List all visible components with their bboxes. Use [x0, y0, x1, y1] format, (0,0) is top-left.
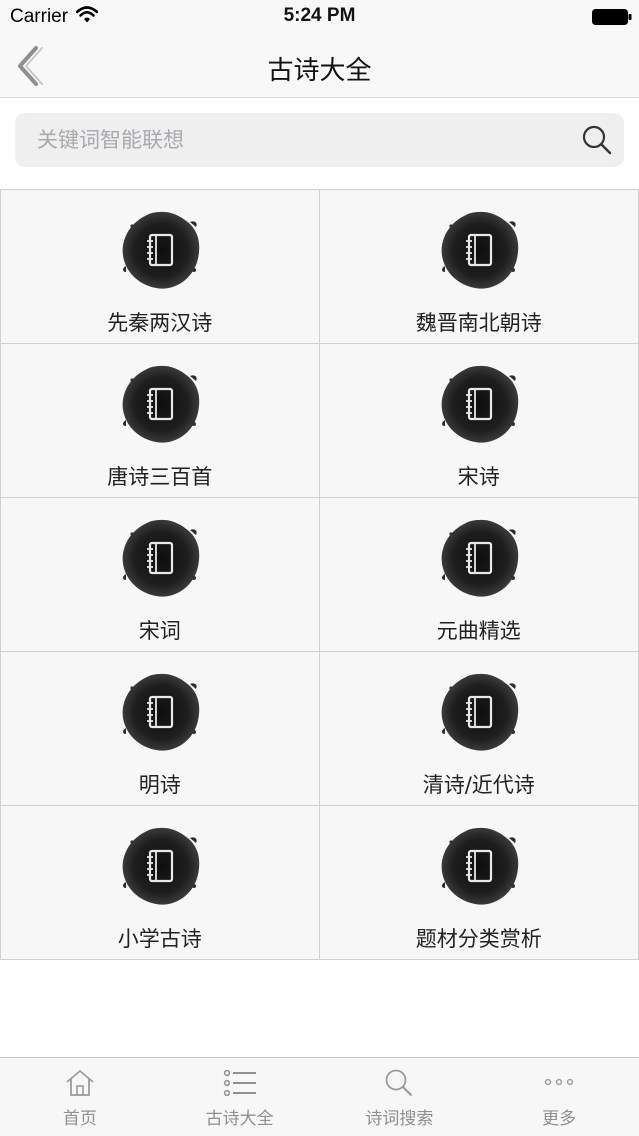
tab-search[interactable]: 诗词搜索 — [320, 1058, 480, 1136]
notebook-icon — [121, 364, 201, 444]
search-bar — [15, 113, 624, 167]
category-label: 魏晋南北朝诗 — [415, 311, 542, 335]
category-item[interactable]: 先秦两汉诗 — [0, 190, 320, 343]
tab-poems[interactable]: 古诗大全 — [160, 1058, 320, 1136]
tab-label: 更多 — [542, 1109, 577, 1129]
category-label: 元曲精选 — [436, 619, 521, 643]
category-item[interactable]: 明诗 — [0, 652, 320, 805]
category-label: 唐诗三百首 — [107, 465, 213, 489]
grid-row: 唐诗三百首 宋诗 — [0, 344, 639, 498]
search-input[interactable] — [37, 113, 577, 167]
category-item[interactable]: 元曲精选 — [319, 498, 639, 651]
status-time: 5:24 PM — [283, 5, 356, 26]
tab-home[interactable]: 首页 — [0, 1058, 160, 1136]
category-item[interactable]: 宋诗 — [319, 344, 639, 497]
category-label: 明诗 — [138, 773, 181, 797]
list-icon — [223, 1069, 256, 1097]
grid-row: 宋词 元曲精选 — [0, 498, 639, 652]
notebook-icon — [440, 826, 520, 906]
page-title: 古诗大全 — [267, 56, 372, 86]
notebook-icon — [440, 210, 520, 290]
search-icon[interactable] — [581, 124, 613, 156]
category-label: 题材分类赏析 — [415, 927, 542, 951]
grid-row: 先秦两汉诗 魏晋南北朝诗 — [0, 190, 639, 344]
notebook-icon — [121, 210, 201, 290]
grid-row: 明诗 清诗/近代诗 — [0, 652, 639, 806]
category-item[interactable]: 宋词 — [0, 498, 320, 651]
category-label: 先秦两汉诗 — [107, 311, 213, 335]
home-icon — [66, 1070, 94, 1096]
tab-label: 首页 — [62, 1109, 97, 1129]
tab-label: 诗词搜索 — [365, 1109, 434, 1129]
category-item[interactable]: 题材分类赏析 — [319, 806, 639, 959]
notebook-icon — [121, 826, 201, 906]
status-bar: Carrier 5:24 PM — [0, 0, 639, 34]
notebook-icon — [121, 518, 201, 598]
grid-row: 小学古诗 题材分类赏析 — [0, 806, 639, 960]
notebook-icon — [121, 672, 201, 752]
category-label: 宋诗 — [457, 465, 500, 489]
category-item[interactable]: 清诗/近代诗 — [319, 652, 639, 805]
category-item[interactable]: 小学古诗 — [0, 806, 320, 959]
notebook-icon — [440, 518, 520, 598]
nav-bar: 古诗大全 — [0, 34, 639, 98]
more-icon — [545, 1078, 574, 1086]
tab-label: 古诗大全 — [205, 1109, 274, 1129]
search-area — [0, 99, 639, 189]
tab-more[interactable]: 更多 — [479, 1058, 639, 1136]
category-label: 宋词 — [138, 619, 181, 643]
category-label: 小学古诗 — [117, 927, 202, 951]
category-label: 清诗/近代诗 — [422, 773, 535, 797]
battery-icon — [592, 9, 632, 25]
tab-bar: 首页 古诗大全 诗词搜索 更多 — [0, 1057, 639, 1136]
category-grid: 先秦两汉诗 魏晋南北朝诗 唐诗三百首 宋诗 宋词 元曲精选 明诗 清诗/近代诗 … — [0, 189, 639, 960]
category-item[interactable]: 魏晋南北朝诗 — [319, 190, 639, 343]
category-item[interactable]: 唐诗三百首 — [0, 344, 320, 497]
search-icon — [385, 1069, 413, 1096]
notebook-icon — [440, 672, 520, 752]
notebook-icon — [440, 364, 520, 444]
